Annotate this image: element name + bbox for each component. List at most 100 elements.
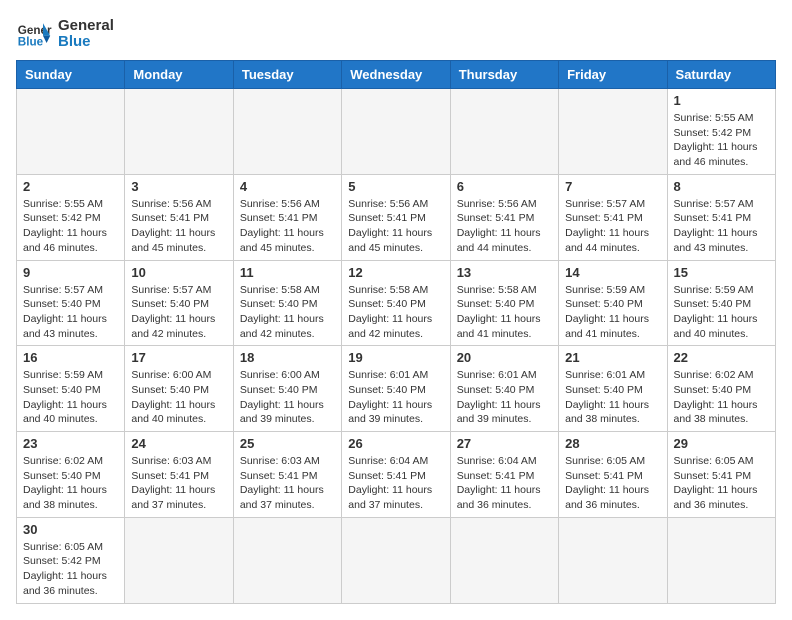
calendar-cell: 5Sunrise: 5:56 AMSunset: 5:41 PMDaylight…	[342, 174, 450, 260]
daylight-label: Daylight: 11 hours and 40 minutes.	[674, 313, 758, 340]
daylight-label: Daylight: 11 hours and 44 minutes.	[565, 227, 649, 254]
sunset-label: Sunset: 5:42 PM	[674, 127, 752, 139]
daylight-label: Daylight: 11 hours and 45 minutes.	[131, 227, 215, 254]
calendar-cell	[450, 517, 558, 603]
calendar-row-4: 16 Sunrise: 5:59 AM Sunset: 5:40 PM Dayligh…	[17, 346, 776, 432]
calendar-cell: 16Sunrise: 5:59 AMSunset: 5:40 PMDayligh…	[17, 346, 125, 432]
calendar-cell: 3Sunrise: 5:56 AMSunset: 5:41 PMDaylight…	[125, 174, 233, 260]
sunset-label: Sunset: 5:41 PM	[348, 212, 426, 224]
calendar-cell: 10Sunrise: 5:57 AMSunset: 5:40 PMDayligh…	[125, 260, 233, 346]
day-info: Sunrise: 5:59 AMSunset: 5:40 PMDaylight:…	[674, 283, 769, 342]
day-info: Sunrise: 6:00 AMSunset: 5:40 PMDaylight:…	[131, 368, 226, 427]
calendar-cell: 9Sunrise: 5:57 AMSunset: 5:40 PMDaylight…	[17, 260, 125, 346]
sunset-label: Sunset: 5:41 PM	[240, 212, 318, 224]
calendar-cell: 29Sunrise: 6:05 AMSunset: 5:41 PMDayligh…	[667, 432, 775, 518]
calendar-cell: 4Sunrise: 5:56 AMSunset: 5:41 PMDaylight…	[233, 174, 341, 260]
sunrise-label: Sunrise: 6:05 AM	[674, 455, 754, 467]
sunset-label: Sunset: 5:40 PM	[23, 384, 101, 396]
day-number: 27	[457, 436, 552, 451]
calendar-cell: 27Sunrise: 6:04 AMSunset: 5:41 PMDayligh…	[450, 432, 558, 518]
daylight-label: Daylight: 11 hours and 39 minutes.	[240, 399, 324, 426]
day-info: Sunrise: 5:55 AMSunset: 5:42 PMDaylight:…	[674, 111, 769, 170]
sunrise-label: Sunrise: 5:58 AM	[457, 284, 537, 296]
calendar-cell: 18Sunrise: 6:00 AMSunset: 5:40 PMDayligh…	[233, 346, 341, 432]
logo-blue: Blue	[58, 33, 91, 50]
day-number: 19	[348, 350, 443, 365]
day-number: 16	[23, 350, 118, 365]
calendar-cell: 26 Sunrise: 6:04 AMSunset: 5:41 PMDayligh…	[342, 432, 450, 518]
day-info: Sunrise: 6:05 AMSunset: 5:41 PMDaylight:…	[565, 454, 660, 513]
sunset-label: Sunset: 5:40 PM	[674, 384, 752, 396]
calendar-cell: 19Sunrise: 6:01 AMSunset: 5:40 PMDayligh…	[342, 346, 450, 432]
daylight-label: Daylight: 11 hours and 37 minutes.	[348, 484, 432, 511]
day-number: 2	[23, 179, 118, 194]
day-number: 15	[674, 265, 769, 280]
weekday-header-tuesday: Tuesday	[233, 61, 341, 89]
sunrise-label: Sunrise: 5:58 AM	[240, 284, 320, 296]
sunrise-label: Sunrise: 5:56 AM	[240, 198, 320, 210]
day-info: Sunrise: 6:02 AMSunset: 5:40 PMDaylight:…	[674, 368, 769, 427]
daylight-label: Daylight: 11 hours and 44 minutes.	[457, 227, 541, 254]
sunset-label: Sunset: 5:40 PM	[457, 384, 535, 396]
day-number: 21	[565, 350, 660, 365]
calendar-cell	[667, 517, 775, 603]
day-info: Sunrise: 5:56 AMSunset: 5:41 PMDaylight:…	[457, 197, 552, 256]
daylight-label: Daylight: 11 hours and 43 minutes.	[674, 227, 758, 254]
sunset-label: Sunset: 5:41 PM	[565, 212, 643, 224]
daylight-label: Daylight: 11 hours and 37 minutes.	[131, 484, 215, 511]
day-number: 11	[240, 265, 335, 280]
weekday-header-monday: Monday	[125, 61, 233, 89]
calendar-cell	[342, 89, 450, 175]
day-info: Sunrise: 5:56 AMSunset: 5:41 PMDaylight:…	[240, 197, 335, 256]
daylight-label: Daylight: 11 hours and 46 minutes.	[23, 227, 107, 254]
calendar-cell	[342, 517, 450, 603]
day-info: Sunrise: 5:57 AMSunset: 5:40 PMDaylight:…	[23, 283, 118, 342]
sunrise-label: Sunrise: 6:03 AM	[131, 455, 211, 467]
daylight-label: Daylight: 11 hours and 38 minutes.	[23, 484, 107, 511]
sunset-label: Sunset: 5:41 PM	[674, 470, 752, 482]
weekday-header-sunday: Sunday	[17, 61, 125, 89]
sunrise-label: Sunrise: 6:05 AM	[23, 541, 103, 553]
day-number: 17	[131, 350, 226, 365]
day-number: 23	[23, 436, 118, 451]
day-info: Sunrise: 6:04 AMSunset: 5:41 PMDaylight:…	[348, 454, 443, 513]
day-info: Sunrise: 6:01 AMSunset: 5:40 PMDaylight:…	[565, 368, 660, 427]
weekday-header-wednesday: Wednesday	[342, 61, 450, 89]
calendar-cell: 14Sunrise: 5:59 AMSunset: 5:40 PMDayligh…	[559, 260, 667, 346]
day-number: 4	[240, 179, 335, 194]
day-number: 13	[457, 265, 552, 280]
day-number: 1	[674, 93, 769, 108]
daylight-label: Daylight: 11 hours and 36 minutes.	[457, 484, 541, 511]
calendar-cell: 21 Sunrise: 6:01 AMSunset: 5:40 PMDayligh…	[559, 346, 667, 432]
sunrise-label: Sunrise: 6:02 AM	[674, 369, 754, 381]
day-number: 26	[348, 436, 443, 451]
day-number: 18	[240, 350, 335, 365]
sunrise-label: Sunrise: 5:59 AM	[23, 369, 103, 381]
sunset-label: Sunset: 5:40 PM	[23, 298, 101, 310]
calendar-cell: 7Sunrise: 5:57 AMSunset: 5:41 PMDaylight…	[559, 174, 667, 260]
calendar-cell: 25Sunrise: 6:03 AMSunset: 5:41 PMDayligh…	[233, 432, 341, 518]
sunrise-label: Sunrise: 6:04 AM	[348, 455, 428, 467]
day-info: Sunrise: 5:58 AMSunset: 5:40 PMDaylight:…	[240, 283, 335, 342]
sunrise-label: Sunrise: 6:02 AM	[23, 455, 103, 467]
sunrise-label: Sunrise: 6:01 AM	[348, 369, 428, 381]
sunset-label: Sunset: 5:40 PM	[348, 384, 426, 396]
day-number: 20	[457, 350, 552, 365]
day-info: Sunrise: 5:56 AMSunset: 5:41 PMDaylight:…	[348, 197, 443, 256]
calendar-cell: 13Sunrise: 5:58 AMSunset: 5:40 PMDayligh…	[450, 260, 558, 346]
logo-general: General	[58, 17, 114, 34]
calendar-cell: 15 Sunrise: 5:59 AMSunset: 5:40 PMDayligh…	[667, 260, 775, 346]
day-number: 28	[565, 436, 660, 451]
day-number: 7	[565, 179, 660, 194]
calendar-cell	[559, 517, 667, 603]
sunrise-label: Sunrise: 6:04 AM	[457, 455, 537, 467]
sunset-label: Sunset: 5:41 PM	[674, 212, 752, 224]
daylight-label: Daylight: 11 hours and 41 minutes.	[565, 313, 649, 340]
day-number: 6	[457, 179, 552, 194]
calendar-row-6: 30Sunrise: 6:05 AMSunset: 5:42 PMDayligh…	[17, 517, 776, 603]
calendar-cell: 22Sunrise: 6:02 AMSunset: 5:40 PMDayligh…	[667, 346, 775, 432]
day-number: 8	[674, 179, 769, 194]
sunset-label: Sunset: 5:40 PM	[565, 384, 643, 396]
day-number: 3	[131, 179, 226, 194]
daylight-label: Daylight: 11 hours and 46 minutes.	[674, 141, 758, 168]
